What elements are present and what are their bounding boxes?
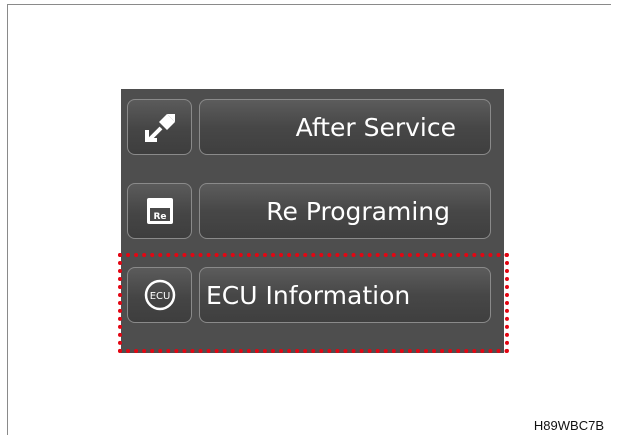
re-programing-label: Re Programing (266, 196, 450, 226)
after-service-button[interactable]: After Service (199, 99, 491, 155)
re-programing-icon-button[interactable]: Re (127, 183, 192, 239)
highlight-box (118, 253, 509, 353)
figure-code: H89WBC7B (533, 418, 604, 433)
reprogram-icon-text: Re (153, 212, 166, 222)
menu-item-after-service: After Service (127, 99, 491, 155)
re-programing-button[interactable]: Re Programing (199, 183, 491, 239)
reprogram-window-icon: Re (146, 198, 173, 224)
wrench-arrow-icon (144, 114, 175, 142)
after-service-icon-button[interactable] (127, 99, 192, 155)
after-service-label: After Service (295, 112, 456, 142)
menu-item-re-programing: Re Re Programing (127, 183, 491, 239)
